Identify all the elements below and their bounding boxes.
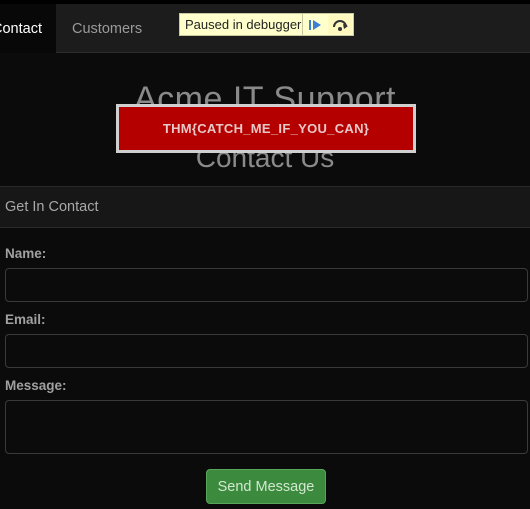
name-label: Name: (5, 246, 47, 261)
name-input[interactable] (5, 268, 528, 302)
debugger-paused-label: Paused in debugger (185, 17, 302, 32)
resume-icon (309, 19, 321, 30)
flag-banner: THM{CATCH_ME_IF_YOU_CAN} (116, 104, 416, 153)
message-label: Message: (5, 378, 67, 393)
flag-text: THM{CATCH_ME_IF_YOU_CAN} (162, 121, 370, 136)
email-input[interactable] (5, 334, 528, 368)
nav-item-contact[interactable]: Contact (0, 4, 56, 53)
contact-panel: Get In Contact Name: Email: Message: Sen… (0, 186, 530, 509)
step-over-button[interactable] (328, 15, 352, 34)
panel-heading-label: Get In Contact (5, 199, 99, 215)
nav-item-contact-label: Contact (0, 20, 42, 37)
resume-button[interactable] (303, 15, 327, 34)
nav-item-customers[interactable]: Customers (72, 4, 142, 53)
nav-item-customers-label: Customers (72, 20, 143, 37)
panel-heading: Get In Contact (0, 187, 530, 228)
step-over-icon (333, 19, 348, 31)
email-label: Email: (5, 312, 46, 327)
send-message-button[interactable]: Send Message (206, 469, 326, 504)
debugger-paused-banner: Paused in debugger (179, 13, 354, 36)
message-textarea[interactable] (5, 400, 528, 454)
